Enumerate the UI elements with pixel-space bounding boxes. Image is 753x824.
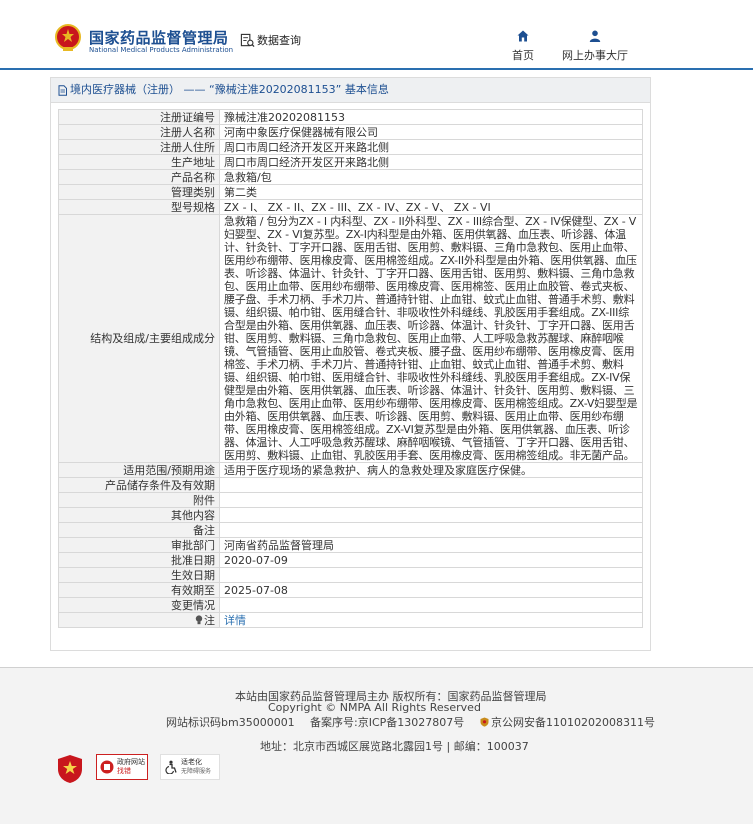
nav-home-label: 首页 [512, 49, 534, 62]
table-row: 备注 [58, 522, 643, 538]
user-icon [589, 30, 601, 42]
panel-title: 境内医疗器械（注册） —— “豫械注准20202081153” 基本信息 [70, 83, 389, 96]
table-row: 管理类别 第二类 [58, 184, 643, 200]
table-row: 审批部门 河南省药品监督管理局 [58, 537, 643, 553]
table-row: 注 详情 [58, 612, 643, 628]
field-value [219, 507, 643, 523]
field-label: 产品储存条件及有效期 [58, 477, 220, 493]
table-row: 适用范围/预期用途 适用于医疗现场的紧急救护、病人的急救处理及家庭医疗保健。 [58, 462, 643, 478]
site-footer: 本站由国家药品监督管理局主办 版权所有：国家药品监督管理局 Copyright … [0, 667, 753, 824]
field-value [219, 492, 643, 508]
gov-site-error-report-badge[interactable]: 政府网站 找错 [96, 754, 148, 780]
table-row: 产品名称 急救箱/包 [58, 169, 643, 185]
field-value [219, 522, 643, 538]
field-label: 产品名称 [58, 169, 220, 185]
field-value [219, 567, 643, 583]
footer-icp-link[interactable]: 备案序号:京ICP备13027807号 [310, 714, 464, 730]
field-value: 第二类 [219, 184, 643, 200]
note-value-cell: 详情 [219, 612, 643, 628]
table-row: 有效期至 2025-07-08 [58, 582, 643, 598]
footer-copyright-en: Copyright © NMPA All Rights Reserved [268, 701, 481, 714]
table-row: 附件 [58, 492, 643, 508]
field-label: 适用范围/预期用途 [58, 462, 220, 478]
emblem-icon [55, 24, 81, 51]
field-label: 管理类别 [58, 184, 220, 200]
field-value [219, 477, 643, 493]
field-value: 急救箱/包 [219, 169, 643, 185]
field-label: 注册人住所 [58, 139, 220, 155]
footer-address: 地址：北京市西城区展览路北露园1号 | 邮编：100037 [260, 740, 529, 753]
table-row: 生产地址 周口市周口经济开发区开来路北侧 [58, 154, 643, 170]
note-label-cell: 注 [58, 612, 220, 628]
field-label: 结构及组成/主要组成成分 [58, 214, 220, 463]
field-value: 适用于医疗现场的紧急救护、病人的急救处理及家庭医疗保健。 [219, 462, 643, 478]
field-label: 有效期至 [58, 582, 220, 598]
table-row: 注册证编号 豫械注准20202081153 [58, 109, 643, 125]
field-label: 变更情况 [58, 597, 220, 613]
table-row: 结构及组成/主要组成成分 急救箱 / 包分为ZX - I 内科型、ZX - II… [58, 214, 643, 463]
field-value: ZX - I、 ZX - II、ZX - III、ZX - IV、ZX - V、… [219, 199, 643, 215]
footer-site-id: 网站标识码bm35000001 [166, 716, 295, 729]
table-row: 其他内容 [58, 507, 643, 523]
field-label: 型号规格 [58, 199, 220, 215]
nav-online-office[interactable]: 网上办事大厅 [557, 30, 633, 63]
badge-accessibility-line1: 适老化 [181, 758, 202, 766]
field-value: 2020-07-09 [219, 552, 643, 568]
field-value: 河南省药品监督管理局 [219, 537, 643, 553]
panel-title-bar: 境内医疗器械（注册） —— “豫械注准20202081153” 基本信息 [51, 78, 650, 103]
badge-gov-site-line1: 政府网站 [117, 758, 145, 766]
police-badge-icon [480, 717, 489, 727]
field-value: 急救箱 / 包分为ZX - I 内科型、ZX - II外科型、ZX - III综… [219, 214, 643, 463]
nav-data-query-label: 数据查询 [257, 34, 301, 47]
field-label: 注 [204, 613, 215, 627]
footer-police-record[interactable]: 京公网安备11010202008311号 [480, 714, 655, 730]
nav-home[interactable]: 首页 [508, 30, 538, 63]
table-row: 型号规格 ZX - I、 ZX - II、ZX - III、ZX - IV、ZX… [58, 199, 643, 215]
note-bulb-icon [195, 614, 203, 624]
document-icon [58, 84, 67, 96]
field-label: 生产地址 [58, 154, 220, 170]
table-row: 注册人名称 河南中象医疗保健器械有限公司 [58, 124, 643, 140]
home-icon [517, 30, 529, 42]
field-label: 生效日期 [58, 567, 220, 583]
field-value: 周口市周口经济开发区开来路北侧 [219, 139, 643, 155]
nav-data-query[interactable]: 数据查询 [240, 32, 301, 48]
data-query-icon [240, 33, 255, 47]
field-label: 审批部门 [58, 537, 220, 553]
details-link[interactable]: 详情 [224, 614, 246, 627]
field-value: 周口市周口经济开发区开来路北侧 [219, 154, 643, 170]
footer-police-record-label: 京公网安备11010202008311号 [491, 716, 655, 729]
site-header: 国家药品监督管理局 National Medical Products Admi… [0, 0, 753, 70]
registration-info-table: 注册证编号 豫械注准20202081153 注册人名称 河南中象医疗保健器械有限… [58, 109, 643, 628]
badge-gov-site-line2: 找错 [117, 767, 131, 775]
table-row: 变更情况 [58, 597, 643, 613]
site-logo-title[interactable]: 国家药品监督管理局 [89, 27, 229, 48]
table-row: 批准日期 2020-07-09 [58, 552, 643, 568]
field-label: 备注 [58, 522, 220, 538]
table-row: 产品储存条件及有效期 [58, 477, 643, 493]
field-label: 注册证编号 [58, 109, 220, 125]
field-value: 2025-07-08 [219, 582, 643, 598]
field-value [219, 597, 643, 613]
field-label: 其他内容 [58, 507, 220, 523]
field-value: 豫械注准20202081153 [219, 109, 643, 125]
table-row: 注册人住所 周口市周口经济开发区开来路北侧 [58, 139, 643, 155]
table-row: 生效日期 [58, 567, 643, 583]
accessibility-service-badge[interactable]: 适老化 无障碍服务 [160, 754, 220, 780]
detail-panel: 境内医疗器械（注册） —— “豫械注准20202081153” 基本信息 注册证… [50, 77, 651, 651]
field-label: 批准日期 [58, 552, 220, 568]
accessibility-icon [165, 760, 177, 774]
field-label: 附件 [58, 492, 220, 508]
badge-accessibility-line2: 无障碍服务 [181, 768, 212, 775]
gov-site-error-icon [100, 760, 114, 774]
party-gov-badge-icon[interactable] [57, 754, 83, 784]
field-value: 河南中象医疗保健器械有限公司 [219, 124, 643, 140]
site-logo-subtitle: National Medical Products Administration [89, 46, 234, 54]
field-label: 注册人名称 [58, 124, 220, 140]
nav-online-office-label: 网上办事大厅 [562, 49, 628, 62]
